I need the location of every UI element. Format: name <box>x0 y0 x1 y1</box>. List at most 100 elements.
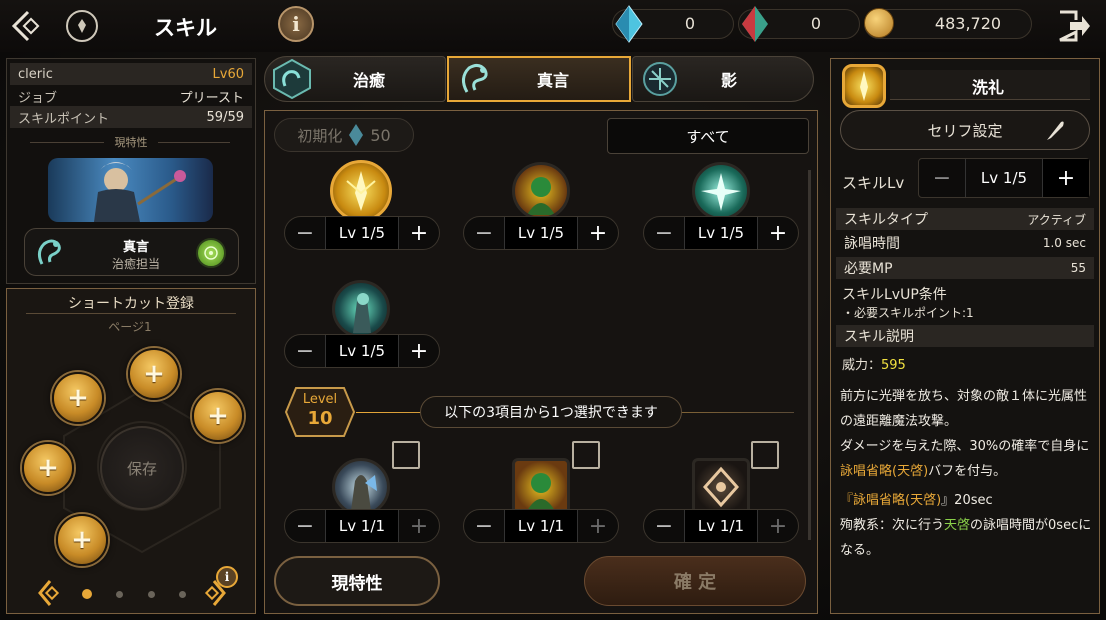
gold-coin-icon <box>864 8 894 38</box>
level-choice-text: 以下の3項目から1つ選択できます <box>444 405 658 421</box>
tab-heal[interactable]: 治癒 <box>264 56 446 102</box>
serif-settings-button[interactable]: セリフ設定 <box>840 110 1090 150</box>
increase-button[interactable]: + <box>578 514 618 539</box>
desc-highlight: 詠唱省略(天啓) <box>853 493 942 508</box>
skill-lv-bar-1: − Lv 1/5 + <box>284 216 440 250</box>
skill-name: 洗礼 <box>971 78 1004 97</box>
shortcut-slot-3[interactable]: + <box>192 390 244 442</box>
page-dot-active[interactable] <box>82 589 92 599</box>
trait-heading: 現特性 <box>104 134 158 150</box>
increase-button[interactable]: + <box>758 514 798 539</box>
skill-icon-2[interactable] <box>512 162 570 220</box>
decrease-button[interactable]: − <box>285 339 325 364</box>
heal-tab-icon <box>273 58 311 100</box>
decrease-button[interactable]: − <box>464 221 504 246</box>
page-dot[interactable] <box>116 590 124 598</box>
cast-time-label: 詠唱時間 <box>844 236 900 252</box>
skill-lv-bar-3: − Lv 1/5 + <box>643 216 799 250</box>
shadow-tab-icon <box>643 62 677 96</box>
increase-button[interactable]: + <box>758 221 798 246</box>
decrease-button[interactable]: − <box>464 514 504 539</box>
shortcut-info-button[interactable]: i <box>216 566 238 588</box>
mantra-tab-icon <box>462 63 488 93</box>
job-value: プリースト <box>179 90 244 106</box>
save-label: 保存 <box>126 459 157 478</box>
choice-lv: Lv 1/1 <box>325 510 399 542</box>
level-choice-banner: 以下の3項目から1つ選択できます <box>420 396 682 428</box>
choice-icon-2[interactable] <box>512 458 570 516</box>
skill-lv: Lv 1/5 <box>684 217 758 249</box>
char-name: cleric <box>18 66 53 82</box>
page-title: スキル <box>154 16 217 40</box>
choice-lv-bar-2: − Lv 1/1 + <box>463 509 619 543</box>
desc-label: スキル説明 <box>844 329 914 345</box>
increase-button[interactable]: + <box>399 514 439 539</box>
level-number: 10 <box>307 408 333 429</box>
increase-button[interactable]: + <box>1043 159 1089 197</box>
shortcut-page-label: ページ1 <box>108 320 152 334</box>
reset-button[interactable]: 初期化 50 <box>274 118 414 152</box>
choice-checkbox-1[interactable] <box>392 441 420 469</box>
save-shortcut-button[interactable]: 保存 <box>100 426 184 510</box>
choice-lv: Lv 1/1 <box>504 510 578 542</box>
confirm-button-label: 確 定 <box>673 572 717 593</box>
filter-dropdown[interactable]: すべて <box>607 118 809 154</box>
shortcut-slot-2[interactable]: + <box>52 372 104 424</box>
reset-label: 初期化 <box>297 126 343 145</box>
shortcut-slot-4[interactable]: + <box>22 442 74 494</box>
confirm-button[interactable]: 確 定 <box>584 556 806 606</box>
skill-lv-value: Lv 1/5 <box>965 159 1043 197</box>
sp-value: 59/59 <box>206 109 244 125</box>
info-button[interactable]: i <box>278 6 314 42</box>
tab-shadow[interactable]: 影 <box>632 56 814 102</box>
desc-line-2: ダメージを与えた際、30%の確率で自身に詠唱省略(天啓)バフを付与。 <box>840 434 1092 484</box>
serif-settings-label: セリフ設定 <box>927 121 1003 140</box>
skill-lv: Lv 1/5 <box>325 335 399 367</box>
desc-line-3: 『詠唱省略(天啓)』20sec <box>840 488 1092 513</box>
shortcut-slot-5[interactable]: + <box>56 514 108 566</box>
decrease-button[interactable]: − <box>919 166 965 191</box>
increase-button[interactable]: + <box>399 339 439 364</box>
decrease-button[interactable]: − <box>285 221 325 246</box>
desc-highlight: 天啓 <box>944 518 971 533</box>
skill-lv-control: − Lv 1/5 + <box>918 158 1090 198</box>
increase-button[interactable]: + <box>578 221 618 246</box>
decrease-button[interactable]: − <box>644 514 684 539</box>
shortcut-slot-1[interactable]: + <box>128 348 180 400</box>
back-button[interactable] <box>8 8 46 44</box>
skill-lv-label: スキルLv <box>842 174 905 192</box>
sp-label: スキルポイント <box>18 111 110 127</box>
page-dot[interactable] <box>178 590 186 598</box>
page-dots <box>82 589 186 599</box>
currency-red-value: 0 <box>810 14 822 33</box>
tab-mantra[interactable]: 真言 <box>447 56 631 102</box>
blue-crystal-icon <box>614 4 644 44</box>
page-dot[interactable] <box>147 590 155 598</box>
choice-icon-3[interactable] <box>692 458 750 516</box>
skill-description: 前方に光弾を放ち、対象の敵１体に光属性の遠距離魔法攻撃。 ダメージを与えた際、3… <box>840 384 1092 563</box>
skill-type-value: アクティブ <box>1027 212 1086 227</box>
tab-mantra-label: 真言 <box>537 71 570 90</box>
skill-icon-3[interactable] <box>692 162 750 220</box>
decrease-button[interactable]: − <box>644 221 684 246</box>
quill-icon <box>1047 121 1064 140</box>
prev-page-button[interactable] <box>36 578 64 608</box>
desc-header-row: スキル説明 <box>836 325 1094 347</box>
desc-line-4: 殉教系：次に行う天啓の詠唱時間が0secになる。 <box>840 513 1092 563</box>
choice-icon-1[interactable] <box>332 458 390 516</box>
levelup-cond-label: スキルLvUP条件 <box>842 287 947 303</box>
skill-icon-baptism[interactable] <box>330 160 392 222</box>
tab-shadow-label: 影 <box>721 71 738 90</box>
trait-button[interactable]: 現特性 <box>274 556 440 606</box>
trait-role: 治癒担当 <box>111 257 160 271</box>
skill-type-label: スキルタイプ <box>844 212 928 228</box>
increase-button[interactable]: + <box>399 221 439 246</box>
exit-button[interactable] <box>1056 8 1092 44</box>
trait-name: 真言 <box>122 240 149 255</box>
choice-checkbox-2[interactable] <box>572 441 600 469</box>
skill-icon-4[interactable] <box>332 280 390 338</box>
scrollbar[interactable] <box>808 170 811 540</box>
decrease-button[interactable]: − <box>285 514 325 539</box>
choice-checkbox-3[interactable] <box>751 441 779 469</box>
job-label: ジョブ <box>18 90 58 106</box>
